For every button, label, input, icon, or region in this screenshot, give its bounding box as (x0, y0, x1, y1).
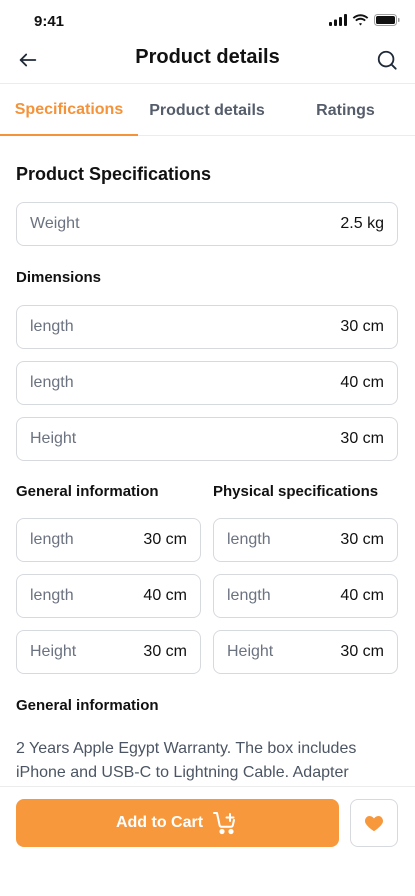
field-label: Weight (30, 215, 80, 232)
field-label: length (30, 318, 74, 335)
general-info-field: length 40 cm (16, 574, 201, 618)
dimension-field: Height 30 cm (16, 417, 398, 461)
physical-spec-field: length 40 cm (213, 574, 398, 618)
dimension-field: length 40 cm (16, 361, 398, 405)
bottom-action-bar: Add to Cart (0, 786, 415, 896)
field-label: length (30, 531, 74, 548)
field-value: 30 cm (340, 318, 384, 335)
physical-specs-heading: Physical specifications (213, 483, 379, 500)
field-value: 30 cm (143, 531, 187, 548)
battery-icon (374, 14, 400, 26)
field-label: Height (30, 430, 77, 447)
description-text: 2 Years Apple Egypt Warranty. The box in… (16, 740, 357, 781)
app-header: Product details (0, 36, 415, 84)
field-label: length (227, 531, 271, 548)
field-value: 30 cm (340, 643, 384, 660)
field-value: 40 cm (340, 374, 384, 391)
general-info-field: length 30 cm (16, 518, 201, 562)
field-label: length (30, 587, 74, 604)
page-title: Product details (135, 46, 280, 68)
dimensions-heading: Dimensions (16, 269, 102, 286)
field-value: 30 cm (143, 643, 187, 660)
general-info-heading: General information (16, 483, 159, 500)
field-value: 30 cm (340, 430, 384, 447)
search-button[interactable] (373, 46, 401, 74)
status-time: 9:41 (34, 13, 65, 30)
field-value: 40 cm (340, 587, 384, 604)
tab-bar: Specifications Product details Ratings (0, 86, 415, 136)
field-value: 40 cm (143, 587, 187, 604)
add-to-cart-label: Add to Cart (115, 814, 204, 831)
field-value: 2.5 kg (340, 215, 384, 232)
tab-specifications[interactable]: Specifications (0, 86, 138, 136)
favorite-button[interactable] (350, 799, 398, 847)
search-icon (377, 50, 397, 70)
heart-icon (364, 816, 384, 832)
cellular-signal-icon (329, 14, 347, 26)
tab-ratings[interactable]: Ratings (276, 86, 415, 136)
add-to-cart-button[interactable]: Add to Cart (16, 799, 339, 847)
physical-spec-field: Height 30 cm (213, 630, 398, 674)
status-icons (329, 14, 400, 26)
general-info-field: Height 30 cm (16, 630, 201, 674)
dimension-field: length 30 cm (16, 305, 398, 349)
field-label: Height (30, 643, 77, 660)
tab-product-details[interactable]: Product details (138, 86, 276, 136)
field-label: Height (227, 643, 274, 660)
cart-plus-icon (213, 812, 236, 835)
status-bar: 9:41 (0, 0, 415, 40)
wifi-icon (352, 14, 369, 26)
description-heading: General information (16, 697, 159, 714)
field-label: length (227, 587, 271, 604)
field-value: 30 cm (340, 531, 384, 548)
weight-field: Weight 2.5 kg (16, 202, 398, 246)
physical-spec-field: length 30 cm (213, 518, 398, 562)
field-label: length (30, 374, 74, 391)
section-title-specifications: Product Specifications (16, 164, 212, 184)
